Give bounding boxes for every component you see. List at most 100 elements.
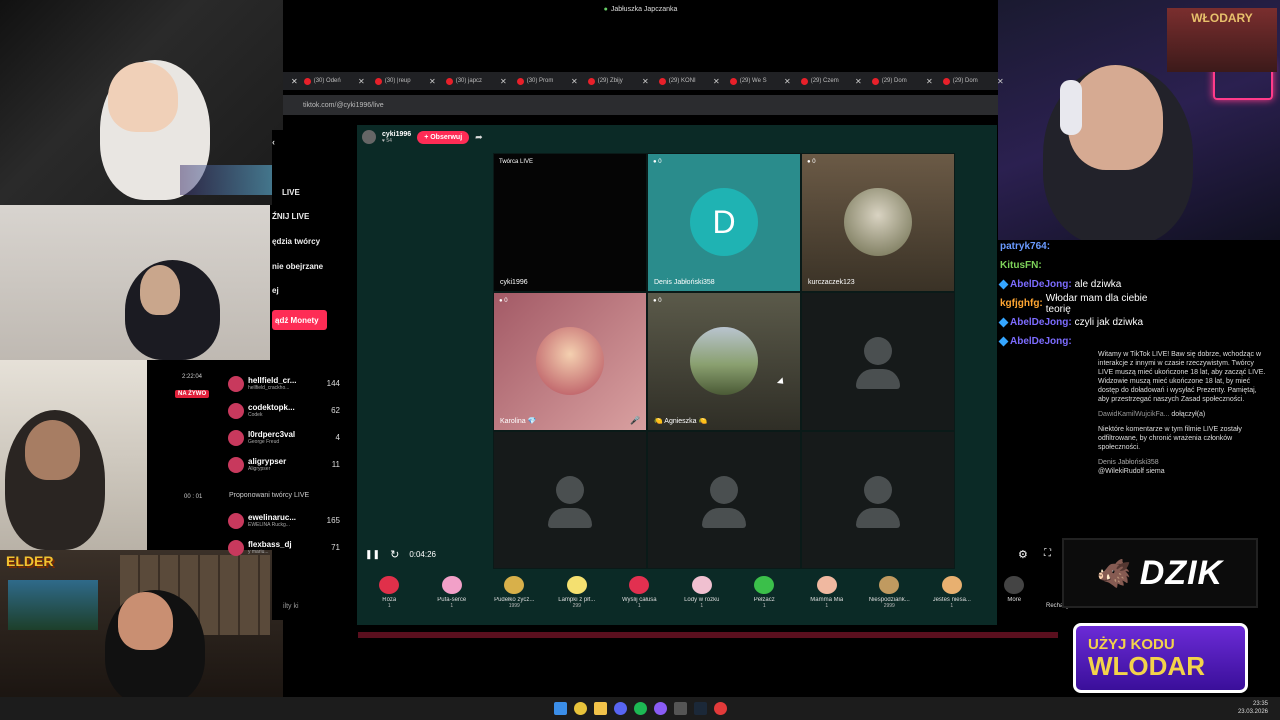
browser-tab[interactable]: (30) Prom ✕	[511, 74, 582, 88]
refresh-icon[interactable]: ↻	[390, 548, 399, 561]
chat-username[interactable]: kgfjghfg:	[1000, 298, 1043, 309]
gift-item[interactable]: Pełzacz 1	[733, 572, 796, 609]
join-user[interactable]: DawidKamilWujcikFa...	[1098, 411, 1169, 418]
followed-creator[interactable]: l0rdperc3val George Freud 4	[228, 424, 340, 451]
gift-item[interactable]: Pufa-serce 1	[421, 572, 484, 609]
browser-tab[interactable]: (30) japcz ✕	[440, 74, 511, 88]
settings-icon[interactable]: ⚙	[1018, 548, 1028, 561]
gift-item[interactable]: More	[983, 572, 1046, 603]
app-icon-2[interactable]	[673, 702, 687, 715]
gift-icon	[1004, 576, 1025, 594]
chat-username[interactable]: AbelDeJong:	[1010, 317, 1072, 328]
close-icon[interactable]: ✕	[855, 77, 862, 86]
guest-tile[interactable]: ● 0 kurczaczek123	[801, 153, 955, 292]
guest-tile[interactable]: 🎤 ● 0 Karolina 💎	[493, 292, 647, 431]
close-icon[interactable]: ✕	[642, 77, 649, 86]
followed-creator[interactable]: hellfield_cr... hellfield_crackho... 144	[228, 370, 340, 397]
nav-start-live[interactable]: ŹNIJ LIVE	[272, 212, 309, 221]
chat-message-user[interactable]: Denis Jabłoński358	[1098, 458, 1268, 467]
host-avatar[interactable]	[362, 130, 376, 144]
browser-tab[interactable]: (29) We S ✕	[724, 74, 795, 88]
youtube-icon	[587, 77, 595, 85]
fullscreen-icon[interactable]: ⛶	[1044, 548, 1051, 559]
gift-item[interactable]: Lampki z płf... 299	[546, 572, 609, 609]
chat-username[interactable]: patryk764:	[1000, 241, 1050, 252]
gift-item[interactable]: Niespodziank... 2999	[858, 572, 921, 609]
followed-creator[interactable]: codektopk... Codek 62	[228, 397, 340, 424]
person-placeholder-body	[702, 508, 746, 528]
host-bar: cyki1996 ♥ 54 + Obserwuj ➦	[362, 130, 483, 144]
followed-creator[interactable]: aligrypser Aligrypser 11	[228, 451, 340, 478]
followed-creator[interactable]: ewelinaruc... EWELINA Ruckg... 165	[228, 507, 340, 534]
spotify-icon[interactable]	[633, 702, 647, 715]
gift-icon	[691, 576, 712, 594]
app-icon[interactable]	[653, 702, 667, 715]
gift-item[interactable]: Mamma Mia 1	[796, 572, 859, 609]
browser-tab[interactable]: (30) |reup ✕	[369, 74, 440, 88]
address-bar[interactable]: tiktok.com/@cyki1996/live	[283, 95, 998, 115]
creator-name: ewelinaruc...	[248, 513, 297, 522]
close-icon[interactable]: ✕	[500, 77, 507, 86]
chat-username[interactable]: AbelDeJong:	[1010, 279, 1072, 290]
browser-tab[interactable]: (29) Dom ✕	[866, 74, 937, 88]
stream-time: 0:04:26	[409, 550, 437, 559]
gift-item[interactable]: Lody w rożku 1	[671, 572, 734, 609]
guest-tile[interactable]: Twórca LIVE cyki1996	[493, 153, 647, 292]
nav-creator-tools[interactable]: ędzia twórcy	[272, 237, 320, 246]
pause-icon[interactable]: ❚❚	[365, 549, 380, 560]
host-name[interactable]: cyki1996	[382, 131, 411, 138]
folder-icon[interactable]	[593, 702, 607, 715]
filter-note: Niektóre komentarze w tym filmie LIVE zo…	[1098, 426, 1242, 451]
followed-creator[interactable]: flexbass_dj y mariu... 71	[228, 534, 340, 561]
share-icon[interactable]: ➦	[475, 132, 483, 143]
close-tab-icon[interactable]: ✕	[291, 77, 298, 86]
obs-icon[interactable]	[713, 702, 727, 715]
discord-icon[interactable]	[613, 702, 627, 715]
gift-item[interactable]: Pudełko życz... 1999	[483, 572, 546, 609]
gift-item[interactable]: Jesteś niesa... 1	[921, 572, 984, 609]
close-icon[interactable]: ✕	[429, 77, 436, 86]
chevron-left-icon[interactable]: ‹	[272, 137, 275, 147]
gift-icon	[379, 576, 400, 594]
chat-username[interactable]: AbelDeJong:	[1010, 336, 1072, 347]
nav-live[interactable]: LIVE	[282, 188, 300, 197]
close-icon[interactable]: ✕	[358, 77, 365, 86]
host-likes: ♥ 54	[382, 137, 392, 144]
browser-tab[interactable]: (30) Odeń ✕	[298, 74, 369, 88]
chrome-icon[interactable]	[573, 702, 587, 715]
get-coins-button[interactable]: ądź Monety	[272, 310, 327, 330]
empty-guest-slot[interactable]	[801, 292, 955, 431]
close-icon[interactable]: ✕	[997, 77, 1004, 86]
nav-more[interactable]: ej	[272, 286, 279, 295]
guest-tile[interactable]: ● 0 🍋 Agnieszka 🍋	[647, 292, 801, 431]
streamer-face	[108, 62, 178, 132]
empty-guest-slot[interactable]	[801, 431, 955, 569]
browser-tab[interactable]: (29) Dom ✕	[937, 74, 1008, 88]
muted-mic-icon: 🎤	[630, 416, 640, 425]
follow-button[interactable]: + Obserwuj	[417, 130, 470, 144]
nav-unwatched[interactable]: nie obejrzane	[272, 262, 323, 271]
close-icon[interactable]: ✕	[784, 77, 791, 86]
browser-tab[interactable]: (29) Zbijy ✕	[582, 74, 653, 88]
creator-sub: Aligrypser	[248, 466, 271, 472]
empty-guest-slot[interactable]	[493, 431, 647, 569]
chat-line: KitusFN:	[1000, 256, 1150, 275]
close-icon[interactable]: ✕	[713, 77, 720, 86]
chat-username[interactable]: KitusFN:	[1000, 260, 1042, 271]
empty-guest-slot[interactable]	[647, 431, 801, 569]
start-icon[interactable]	[553, 702, 567, 715]
footer-fragment: ilty ki	[283, 603, 299, 610]
close-icon[interactable]: ✕	[571, 77, 578, 86]
gift-item[interactable]: Róża 1	[358, 572, 421, 609]
steam-icon[interactable]	[693, 702, 707, 715]
person-placeholder-icon	[864, 337, 892, 365]
browser-tab[interactable]: (29) KONI ✕	[653, 74, 724, 88]
gift-item[interactable]: Wyślij całusa 1	[608, 572, 671, 609]
gift-price: 1	[450, 603, 454, 609]
avatar	[228, 429, 244, 446]
close-icon[interactable]: ✕	[926, 77, 933, 86]
browser-tab[interactable]: (29) Czem ✕	[795, 74, 866, 88]
guest-tile[interactable]: D ● 0 Denis Jabłoński358	[647, 153, 801, 292]
gift-price: 1	[950, 603, 954, 609]
twitch-chat-overlay: patryk764: KitusFN: AbelDeJong: ale dziwka k…	[998, 237, 1150, 351]
